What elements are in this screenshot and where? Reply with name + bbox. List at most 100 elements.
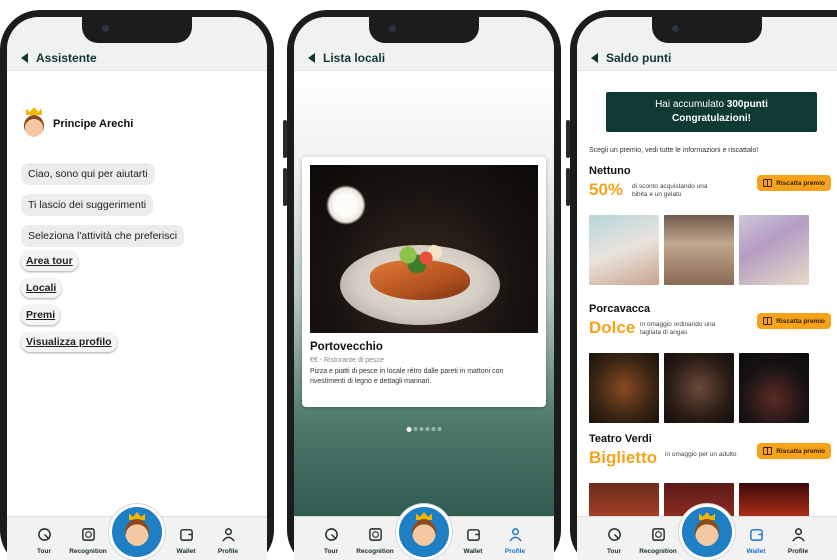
venue-description: Pizza e piatti di pesce in locale rétro … xyxy=(310,368,504,385)
suggestion-list: Area tour Locali Premi Visualizza profil… xyxy=(21,251,117,352)
profile-icon xyxy=(791,528,805,542)
chat-message: Ti lascio dei suggerimenti xyxy=(21,194,154,216)
back-arrow-icon[interactable] xyxy=(21,53,28,63)
tab-profile[interactable]: Profile xyxy=(490,527,540,555)
redeem-button[interactable]: Riscatta premio xyxy=(757,175,831,191)
page-title: Assistente xyxy=(36,51,97,65)
tab-tour[interactable]: Tour xyxy=(589,527,639,555)
reward-photo[interactable] xyxy=(739,215,809,285)
prince-face-icon xyxy=(125,519,149,546)
venue-category: €€ - Ristorante di pesce xyxy=(310,357,384,364)
reward-highlight: Biglietto xyxy=(589,448,657,467)
reward-description: in omaggio ordinando una tagliata di ang… xyxy=(640,321,716,336)
assistant-identity: Principe Arechi xyxy=(21,107,133,141)
venue-card[interactable]: Portovecchio €€ - Ristorante di pesce Pi… xyxy=(302,157,546,407)
notch xyxy=(82,17,192,43)
reward-item: Porcavacca Dolce in omaggio ordinando un… xyxy=(589,303,837,423)
redeem-label: Riscatta premio xyxy=(776,447,825,455)
tab-label: Recognition xyxy=(69,548,107,555)
tab-tour[interactable]: Tour xyxy=(306,527,356,555)
phone-venues: Lista locali Portovecchio €€ - Ristorant… xyxy=(283,10,561,560)
rewards-instruction: Scegli un premio, vedi tutte le informaz… xyxy=(589,147,759,154)
gift-icon xyxy=(763,179,773,187)
wallet-icon xyxy=(466,529,480,541)
reward-photo[interactable] xyxy=(589,215,659,285)
assistant-center-button[interactable] xyxy=(109,504,165,560)
reward-photo[interactable] xyxy=(664,215,734,285)
chat-message: Ciao, sono qui per aiutarti xyxy=(21,163,155,185)
screen-assistant: Assistente Principe Arechi Ciao, sono qu… xyxy=(7,17,267,560)
tour-icon xyxy=(607,528,621,541)
gift-icon xyxy=(763,447,773,455)
reward-photo[interactable] xyxy=(739,353,809,423)
phone-points: Saldo punti Hai accumulato 300punti Cong… xyxy=(566,10,837,560)
points-total: 300punti xyxy=(726,99,768,110)
tab-recognition[interactable]: Recognition xyxy=(63,527,113,555)
reward-description: di sconto acquistando una bibita e un ge… xyxy=(632,183,708,198)
tab-label: Tour xyxy=(37,548,51,555)
venue-photo xyxy=(310,165,538,333)
pager-dot[interactable] xyxy=(431,427,436,431)
venue-carousel: Portovecchio €€ - Ristorante di pesce Pi… xyxy=(294,71,554,560)
tab-recognition[interactable]: Recognition xyxy=(633,527,683,555)
recognition-icon xyxy=(368,528,382,541)
tab-bar: Tour Recognition Wallet Profile xyxy=(7,504,267,560)
gift-icon xyxy=(763,317,773,325)
suggestion-locali-button[interactable]: Locali xyxy=(21,278,62,298)
tab-label: Profile xyxy=(504,548,526,555)
prince-face-icon xyxy=(695,519,719,546)
congrats-text: Congratulazioni! xyxy=(672,113,751,124)
tour-icon xyxy=(324,528,338,541)
assistant-chat: Principe Arechi Ciao, sono qui per aiuta… xyxy=(7,71,267,560)
back-arrow-icon[interactable] xyxy=(308,53,315,63)
reward-photo[interactable] xyxy=(589,353,659,423)
assistant-center-button[interactable] xyxy=(396,504,452,560)
redeem-button[interactable]: Riscatta premio xyxy=(757,443,831,459)
reward-gallery xyxy=(589,353,809,423)
reward-highlight: Dolce xyxy=(589,318,636,337)
tab-label: Tour xyxy=(607,548,621,555)
pager-dot[interactable] xyxy=(437,427,442,431)
tour-icon xyxy=(37,528,51,541)
reward-item: Teatro Verdi Biglietto in omaggio per un… xyxy=(589,433,837,553)
recognition-icon xyxy=(651,528,665,541)
screen-points: Saldo punti Hai accumulato 300punti Cong… xyxy=(577,17,837,560)
redeem-button[interactable]: Riscatta premio xyxy=(757,313,831,329)
tab-label: Recognition xyxy=(356,548,394,555)
carousel-pager[interactable] xyxy=(406,427,442,432)
profile-icon xyxy=(221,528,235,542)
pager-dot[interactable] xyxy=(406,427,412,432)
recognition-icon xyxy=(81,528,95,541)
page-title: Saldo punti xyxy=(606,51,672,65)
points-banner: Hai accumulato 300punti Congratulazioni! xyxy=(606,92,817,132)
venue-name: Portovecchio xyxy=(310,341,383,353)
message-list: Ciao, sono qui per aiutarti Ti lascio de… xyxy=(21,163,185,247)
pager-dot[interactable] xyxy=(419,427,424,431)
reward-gallery xyxy=(589,215,809,285)
phone-assistant: Assistente Principe Arechi Ciao, sono qu… xyxy=(0,10,274,560)
assistant-name: Principe Arechi xyxy=(53,118,134,130)
suggestion-profile-button[interactable]: Visualizza profilo xyxy=(21,332,117,352)
tab-label: Recognition xyxy=(639,548,677,555)
prince-face-icon xyxy=(412,519,436,546)
redeem-label: Riscatta premio xyxy=(776,317,825,325)
tab-tour[interactable]: Tour xyxy=(19,527,69,555)
back-arrow-icon[interactable] xyxy=(591,53,598,63)
tab-recognition[interactable]: Recognition xyxy=(350,527,400,555)
tab-bar: Tour Recognition Wallet Profile xyxy=(294,504,554,560)
reward-description: in omaggio per un adulto xyxy=(665,451,737,458)
pager-dot[interactable] xyxy=(413,427,418,431)
assistant-center-button[interactable] xyxy=(679,504,735,560)
wallet-icon xyxy=(749,529,763,541)
pager-dot[interactable] xyxy=(425,427,430,431)
tab-label: Profile xyxy=(217,548,239,555)
tab-profile[interactable]: Profile xyxy=(203,527,253,555)
reward-highlight: 50% xyxy=(589,180,624,199)
reward-item: Nettuno 50% di sconto acquistando una bi… xyxy=(589,165,837,285)
tab-profile[interactable]: Profile xyxy=(773,527,823,555)
suggestion-area-tour-button[interactable]: Area tour xyxy=(21,251,78,271)
points-banner-prefix: Hai accumulato xyxy=(655,99,727,110)
reward-photo[interactable] xyxy=(664,353,734,423)
wallet-icon xyxy=(179,529,193,541)
suggestion-premi-button[interactable]: Premi xyxy=(21,305,61,325)
